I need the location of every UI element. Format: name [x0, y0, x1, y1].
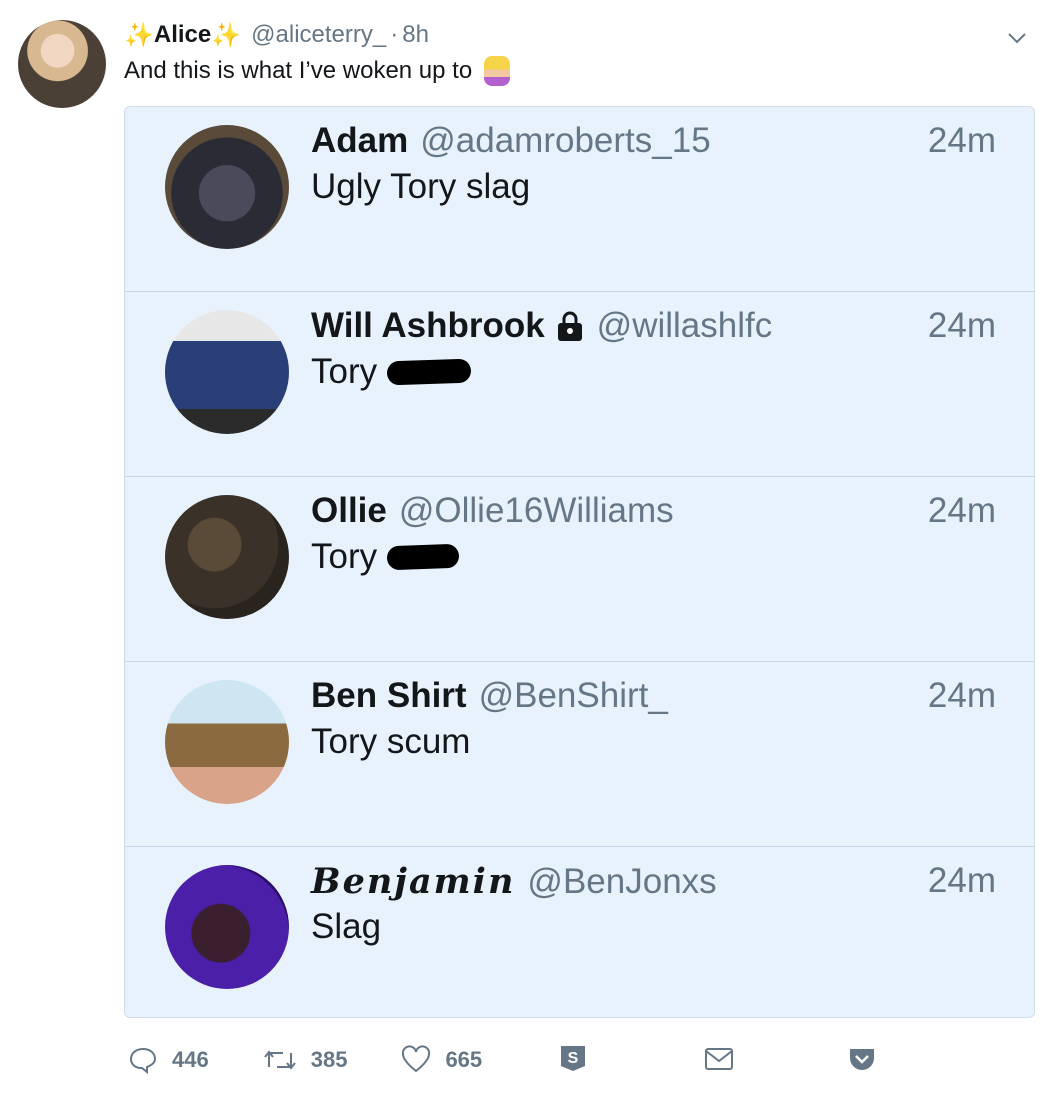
retweet-icon — [263, 1050, 296, 1070]
tweet-body: And this is what I’ve woken up to — [124, 56, 511, 86]
reply-avatar — [165, 865, 289, 989]
s-extension-icon[interactable]: S — [558, 1043, 588, 1073]
author-handle[interactable]: @aliceterry_ — [251, 21, 386, 49]
reply-avatar — [165, 125, 289, 249]
reply-item: Will Ashbrook @willashlfc 24m Tory — [125, 292, 1034, 477]
tweet-actions: 446 385 665 — [128, 1040, 536, 1080]
reply-text: Ugly Tory slag — [311, 167, 530, 207]
redaction-mark — [386, 358, 472, 386]
reply-item: Benjamin @BenJonxs 24m Slag — [125, 847, 1034, 1017]
reply-text: Tory — [311, 352, 472, 392]
reply-header: Ollie @Ollie16Williams — [311, 491, 674, 531]
sparkle-emoji-icon: ✨ — [211, 21, 242, 49]
reply-header: Ben Shirt @BenShirt_ — [311, 676, 668, 716]
like-count: 665 — [445, 1047, 483, 1072]
reply-handle: @BenJonxs — [527, 861, 717, 901]
facepalm-emoji-icon — [484, 56, 511, 86]
retweet-count: 385 — [310, 1047, 348, 1072]
attached-image[interactable]: Adam @adamroberts_15 24m Ugly Tory slag … — [124, 106, 1035, 1018]
reply-header: Will Ashbrook @willashlfc — [311, 306, 772, 346]
retweet-button[interactable]: 385 — [263, 1045, 348, 1075]
reply-header: Benjamin @BenJonxs — [311, 861, 717, 902]
reply-header: Adam @adamroberts_15 — [311, 121, 711, 161]
reply-handle: @willashlfc — [596, 306, 773, 345]
mail-icon[interactable] — [704, 1046, 734, 1072]
reply-item: Ollie @Ollie16Williams 24m Tory — [125, 477, 1034, 662]
reply-text-content: Slag — [311, 907, 382, 946]
reply-time: 24m — [927, 861, 996, 900]
tweet-timestamp[interactable]: 8h — [402, 21, 429, 49]
reply-time: 24m — [927, 676, 996, 715]
reply-handle: @Ollie16Williams — [398, 491, 674, 530]
reply-handle: @adamroberts_15 — [420, 121, 711, 160]
reply-time: 24m — [927, 306, 996, 345]
reply-text-content: Tory scum — [311, 722, 471, 761]
reply-name: Adam — [311, 121, 409, 160]
like-button[interactable]: 665 — [401, 1045, 482, 1075]
reply-text: Tory scum — [311, 722, 470, 762]
reply-name: Benjamin — [311, 861, 516, 902]
author-name[interactable]: Alice — [154, 21, 211, 49]
lock-icon — [557, 311, 582, 341]
separator-dot: · — [390, 21, 399, 48]
reply-text-content: Tory — [311, 352, 378, 391]
reply-name: Will Ashbrook — [311, 306, 545, 345]
reply-name: Ollie — [311, 491, 387, 530]
reply-text-content: Ugly Tory slag — [311, 167, 531, 206]
reply-avatar — [165, 680, 289, 804]
reply-item: Adam @adamroberts_15 24m Ugly Tory slag — [125, 107, 1034, 292]
chevron-down-icon[interactable] — [1005, 26, 1029, 50]
reply-text: Slag — [311, 907, 381, 947]
tweet-text: And this is what I’ve woken up to — [124, 57, 473, 84]
sparkle-emoji-icon: ✨ — [124, 21, 154, 49]
reply-time: 24m — [927, 491, 996, 530]
pocket-icon[interactable] — [848, 1046, 876, 1072]
reply-avatar — [165, 495, 289, 619]
author-avatar[interactable] — [18, 20, 106, 108]
reply-handle: @BenShirt_ — [478, 676, 668, 715]
reply-time: 24m — [927, 121, 996, 160]
svg-text:S: S — [568, 1050, 579, 1067]
reply-item: Ben Shirt @BenShirt_ 24m Tory scum — [125, 662, 1034, 847]
heart-icon — [402, 1045, 431, 1073]
reply-text-content: Tory — [311, 537, 378, 576]
reply-icon — [129, 1047, 157, 1075]
tweet-header: ✨ Alice ✨ @aliceterry_ · 8h — [124, 18, 429, 52]
reply-button[interactable]: 446 — [128, 1045, 209, 1075]
reply-avatar — [165, 310, 289, 434]
reply-name: Ben Shirt — [311, 676, 467, 715]
reply-count: 446 — [172, 1047, 209, 1072]
redaction-mark — [386, 543, 460, 571]
reply-text: Tory — [311, 537, 460, 577]
